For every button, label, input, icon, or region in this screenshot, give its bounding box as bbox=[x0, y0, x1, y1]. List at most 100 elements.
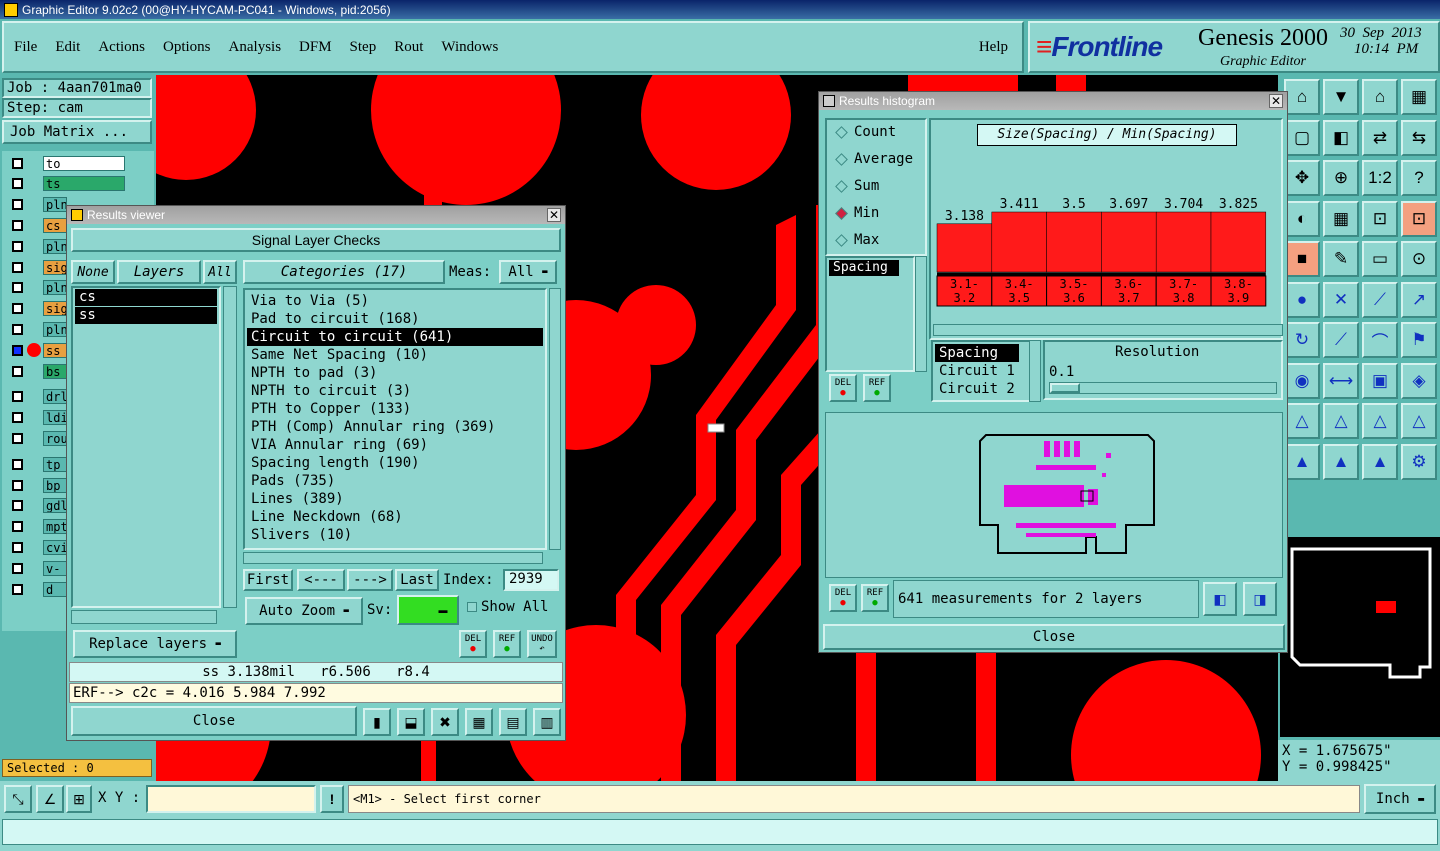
preview-del-button[interactable]: DEL ● bbox=[829, 584, 857, 612]
layer-row[interactable]: bp bbox=[8, 477, 67, 493]
layer-row[interactable]: bs bbox=[8, 363, 67, 379]
layer-row[interactable]: ldi bbox=[8, 410, 67, 426]
rotate-icon[interactable]: ↻ bbox=[1284, 322, 1320, 358]
layer-checkbox[interactable] bbox=[12, 562, 23, 574]
edit-icon[interactable]: ✎ bbox=[1323, 241, 1359, 277]
sub-list-item[interactable]: Circuit 1 bbox=[935, 362, 1019, 380]
pointer3-icon[interactable]: ▲ bbox=[1362, 443, 1398, 480]
histogram-close-button[interactable]: Close bbox=[823, 624, 1285, 650]
histogram-bar[interactable] bbox=[1101, 211, 1157, 273]
minimap[interactable] bbox=[1280, 537, 1440, 737]
layers-all-button[interactable]: All bbox=[203, 260, 237, 284]
menu-rout[interactable]: Rout bbox=[394, 39, 423, 56]
histogram-left-vscroll[interactable] bbox=[915, 256, 927, 372]
grid2-icon[interactable]: ▦ bbox=[1323, 200, 1359, 237]
histogram-del-button[interactable]: DEL ● bbox=[829, 374, 857, 402]
layer-row[interactable]: tp bbox=[8, 456, 67, 472]
layer-checkbox[interactable] bbox=[12, 365, 23, 377]
warning-icon[interactable]: ! bbox=[320, 785, 344, 813]
layer-name[interactable]: rou bbox=[43, 430, 67, 446]
layer-checkbox[interactable] bbox=[12, 219, 23, 231]
layer-name[interactable]: drl bbox=[43, 389, 67, 405]
layer-checkbox[interactable] bbox=[12, 282, 23, 294]
arrow-icon[interactable]: ⇆ bbox=[1401, 119, 1437, 156]
layer-row[interactable]: mpt bbox=[8, 519, 67, 535]
layer-row[interactable]: cvi bbox=[8, 539, 67, 555]
pointer-icon[interactable]: ▲ bbox=[1284, 443, 1320, 480]
fit-icon[interactable]: ✥ bbox=[1284, 160, 1320, 196]
report-icon[interactable]: ⬓ bbox=[397, 708, 425, 736]
histogram-left-item[interactable]: Spacing bbox=[829, 260, 899, 276]
autozoom-select[interactable]: Auto Zoom ▬ bbox=[245, 597, 363, 625]
layer-checkbox[interactable] bbox=[12, 432, 23, 444]
category-item[interactable]: PTH to Copper (133) bbox=[247, 400, 543, 418]
tri2-icon[interactable]: △ bbox=[1323, 403, 1359, 439]
prev-button[interactable]: <--- bbox=[297, 569, 345, 591]
mode-radio-sum[interactable]: Sum bbox=[833, 178, 879, 194]
menu-help[interactable]: Help bbox=[979, 39, 1008, 56]
back-icon[interactable]: ◧ bbox=[1323, 119, 1359, 156]
flip-icon[interactable]: ⇄ bbox=[1362, 119, 1398, 156]
category-vscroll[interactable] bbox=[549, 288, 561, 550]
sub-list-vscroll[interactable] bbox=[1029, 340, 1041, 402]
viewer-layer-list[interactable]: cs ss bbox=[71, 286, 221, 608]
select-icon[interactable]: ⊡ bbox=[1362, 200, 1398, 237]
node-icon[interactable]: ● bbox=[1284, 281, 1320, 318]
layer-name[interactable]: v-c bbox=[43, 560, 67, 576]
layer-name[interactable]: plncs bbox=[43, 197, 67, 213]
draw-icon[interactable]: ⟋ bbox=[1323, 322, 1359, 358]
layer-row[interactable]: sig bbox=[8, 301, 67, 317]
category-item[interactable]: Slivers (10) bbox=[247, 526, 543, 544]
showall-checkbox[interactable] bbox=[467, 602, 477, 612]
meas-select[interactable]: All ▬ bbox=[499, 260, 557, 284]
viewer-del-button[interactable]: DEL ● bbox=[459, 630, 487, 658]
layer-checkbox[interactable] bbox=[12, 323, 23, 335]
category-item[interactable]: Lines (389) bbox=[247, 490, 543, 508]
replace-layers-select[interactable]: Replace layers ▬ bbox=[73, 630, 237, 658]
layer-row[interactable]: pln bbox=[8, 238, 67, 254]
ratio-icon[interactable]: 1:2 bbox=[1362, 160, 1398, 196]
home-icon[interactable]: ⌂ bbox=[1284, 79, 1320, 115]
viewer-layer-item[interactable]: cs bbox=[75, 289, 217, 306]
measure-icon[interactable]: ∠ bbox=[36, 785, 64, 813]
last-button[interactable]: Last bbox=[395, 569, 439, 591]
category-list[interactable]: Via to Via (5) Pad to circuit (168) Circui… bbox=[243, 288, 547, 550]
layer-name[interactable]: d bbox=[43, 581, 67, 597]
layer-name[interactable]: pln bbox=[43, 280, 67, 296]
sub-list-item[interactable]: Circuit 2 bbox=[935, 380, 1019, 398]
chart-icon[interactable]: ▥ bbox=[533, 708, 561, 736]
layer-name[interactable]: cvi bbox=[43, 539, 67, 555]
layer-checkbox[interactable] bbox=[12, 303, 23, 315]
sv-color-select[interactable]: ▬ bbox=[397, 595, 459, 625]
layer-checkbox[interactable] bbox=[12, 541, 23, 553]
histogram-bar[interactable] bbox=[1210, 211, 1267, 273]
layer-checkbox[interactable] bbox=[12, 458, 23, 470]
ruler-icon[interactable]: ▭ bbox=[1362, 241, 1398, 277]
layer-row[interactable]: ts bbox=[8, 176, 125, 192]
menu-step[interactable]: Step bbox=[350, 39, 377, 56]
layer-row[interactable]: plncs bbox=[8, 197, 67, 213]
category-item[interactable]: NPTH to circuit (3) bbox=[247, 382, 543, 400]
layer-name[interactable]: cs bbox=[43, 217, 67, 233]
house-icon[interactable]: ⌂ bbox=[1362, 79, 1398, 115]
layer-row[interactable]: drl bbox=[8, 389, 67, 405]
xy-input[interactable] bbox=[146, 785, 316, 813]
category-item[interactable]: VIA Annular ring (69) bbox=[247, 436, 543, 454]
mode-radio-min[interactable]: Min bbox=[833, 205, 879, 221]
query-icon[interactable]: ? bbox=[1401, 160, 1437, 196]
menu-actions[interactable]: Actions bbox=[98, 39, 145, 56]
layer-name[interactable]: bs bbox=[43, 363, 67, 379]
histogram-sub-list[interactable]: Spacing Circuit 1 Circuit 2 bbox=[931, 340, 1031, 402]
camera-icon[interactable]: ■ bbox=[1284, 241, 1320, 277]
dots-icon[interactable]: ⊙ bbox=[1401, 241, 1437, 277]
viewer-close-button[interactable]: Close bbox=[71, 706, 357, 736]
index-input[interactable]: 2939 bbox=[503, 569, 559, 591]
layer-checkbox[interactable] bbox=[12, 178, 23, 190]
category-hscroll[interactable] bbox=[243, 552, 543, 564]
frame-icon[interactable]: ▢ bbox=[1284, 119, 1320, 156]
mark-icon[interactable]: ◉ bbox=[1284, 362, 1320, 399]
units-select[interactable]: Inch ▬ bbox=[1364, 784, 1436, 814]
grid-icon[interactable]: ⊞ bbox=[66, 785, 92, 813]
cut-icon[interactable]: ⟷ bbox=[1323, 362, 1359, 399]
histogram-tool-icon[interactable]: ▮ bbox=[363, 708, 391, 736]
